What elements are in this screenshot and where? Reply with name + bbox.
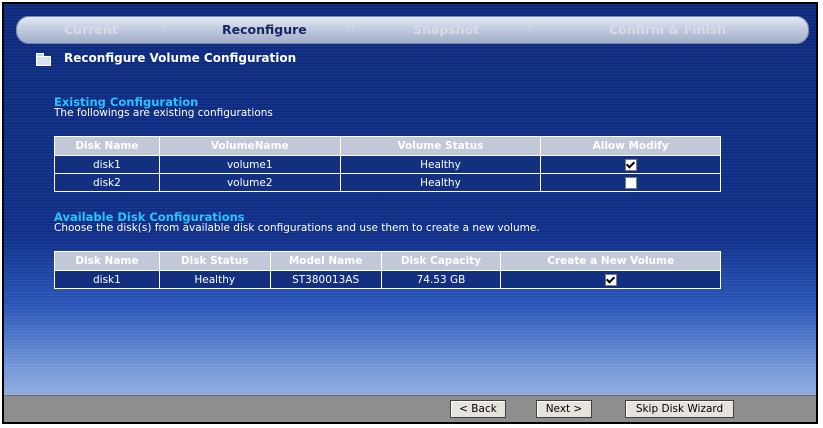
table-header-row: Disk Name VolumeName Volume Status Allow…: [54, 136, 721, 156]
step-reconfigure: Reconfigure: [222, 22, 307, 37]
folder-icon: [36, 53, 51, 66]
next-button[interactable]: Next >: [536, 400, 592, 418]
disk-name-cell: disk2: [54, 173, 160, 192]
column-header: VolumeName: [158, 136, 341, 156]
column-header: Volume Status: [339, 136, 542, 156]
column-header: Model Name: [269, 251, 382, 271]
existing-config-table: Disk Name VolumeName Volume Status Allow…: [54, 136, 721, 192]
wizard-footer: < Back Next > Skip Disk Wizard: [4, 395, 816, 422]
disk-name-cell: disk1: [54, 155, 160, 174]
column-header: Create a New Volume: [500, 251, 721, 271]
column-header: Disk Name: [54, 136, 160, 156]
disk-capacity-cell: 74.53 GB: [380, 270, 502, 289]
wizard-step-bar: Current › Reconfigure ›› Snapshot › Conf…: [16, 16, 809, 44]
back-button[interactable]: < Back: [450, 400, 506, 418]
step-arrow-icon: ›: [162, 24, 167, 35]
column-header: Disk Name: [54, 251, 160, 271]
existing-config-description: The followings are existing configuratio…: [54, 107, 273, 119]
column-header: Disk Status: [158, 251, 271, 271]
allow-modify-checkbox[interactable]: [624, 176, 637, 189]
model-name-cell: ST380013AS: [269, 270, 382, 289]
table-row: disk1 volume1 Healthy: [54, 155, 721, 174]
page-title: Reconfigure Volume Configuration: [64, 51, 297, 65]
available-disks-description: Choose the disk(s) from available disk c…: [54, 222, 540, 234]
step-arrow-icon: ››: [346, 24, 356, 35]
disk-status-cell: Healthy: [158, 270, 271, 289]
step-current: Current: [64, 22, 118, 37]
allow-modify-checkbox[interactable]: [624, 158, 637, 171]
table-row: disk1 Healthy ST380013AS 74.53 GB: [54, 270, 721, 289]
available-disks-table: Disk Name Disk Status Model Name Disk Ca…: [54, 251, 721, 289]
column-header: Disk Capacity: [380, 251, 502, 271]
volume-name-cell: volume1: [158, 155, 341, 174]
wizard-window: Current › Reconfigure ›› Snapshot › Conf…: [2, 2, 818, 424]
disk-name-cell: disk1: [54, 270, 160, 289]
volume-status-cell: Healthy: [339, 155, 542, 174]
table-header-row: Disk Name Disk Status Model Name Disk Ca…: [54, 251, 721, 271]
step-snapshot: Snapshot: [413, 22, 480, 37]
step-confirm-finish: Confirm & Finish: [609, 22, 727, 37]
table-row: disk2 volume2 Healthy: [54, 173, 721, 192]
volume-status-cell: Healthy: [339, 173, 542, 192]
step-arrow-icon: ›: [528, 24, 533, 35]
column-header: Allow Modify: [540, 136, 721, 156]
volume-name-cell: volume2: [158, 173, 341, 192]
create-new-volume-checkbox[interactable]: [604, 273, 617, 286]
skip-disk-wizard-button[interactable]: Skip Disk Wizard: [625, 400, 734, 418]
